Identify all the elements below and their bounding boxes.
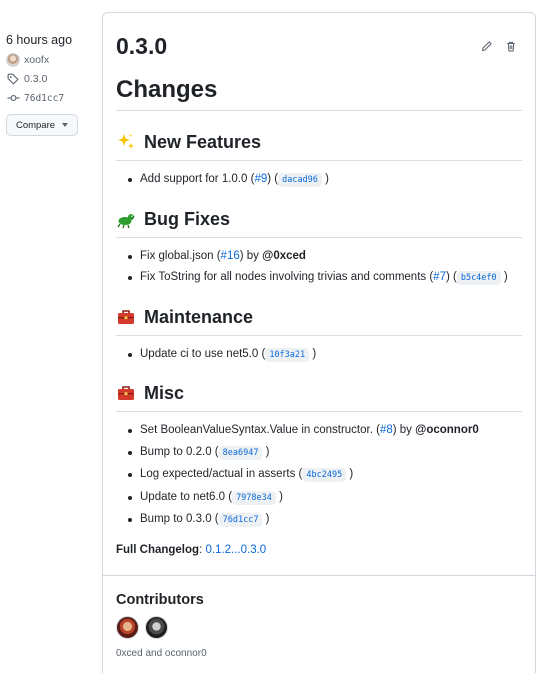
commit-sha-link[interactable]: b5c4ef0 — [456, 271, 501, 285]
contributor-avatars — [116, 615, 522, 639]
commit-sha[interactable]: 76d1cc7 — [24, 93, 64, 104]
list-item: Log expected/actual in asserts (4bc2495 … — [128, 464, 522, 487]
bug-fixes-list: Fix global.json (#16) by @0xced Fix ToSt… — [116, 246, 522, 290]
compare-label: Compare — [15, 119, 56, 131]
commit-sha-link[interactable]: 4bc2495 — [302, 468, 347, 482]
section-misc: Misc — [116, 380, 522, 412]
tag-icon — [6, 72, 20, 86]
issue-link[interactable]: #9 — [254, 173, 267, 185]
user-mention[interactable]: @oconnor0 — [415, 424, 479, 436]
tag-row[interactable]: 0.3.0 — [6, 72, 96, 86]
misc-list: Set BooleanValueSyntax.Value in construc… — [116, 420, 522, 532]
commit-sha-link[interactable]: 10f3a21 — [265, 347, 310, 362]
trash-icon[interactable] — [504, 39, 518, 53]
contributor-names: 0xced and oconnor0 — [116, 647, 207, 659]
author-row[interactable]: xoofx — [6, 53, 96, 67]
chevron-down-icon — [62, 123, 69, 127]
toolbox-icon — [116, 383, 136, 403]
list-item: Bump to 0.3.0 (76d1cc7 ) — [128, 509, 522, 532]
release-title: 0.3.0 — [116, 32, 168, 59]
section-title: New Features — [144, 132, 262, 152]
full-changelog-link[interactable]: 0.1.2...0.3.0 — [205, 544, 266, 556]
full-changelog-label: Full Changelog — [116, 543, 200, 556]
list-item: Fix ToString for all nodes involving tri… — [128, 267, 522, 290]
bug-icon — [116, 209, 136, 229]
toolbox-icon — [116, 307, 136, 327]
full-changelog: Full Changelog: 0.1.2...0.3.0 — [116, 543, 267, 556]
list-item: Add support for 1.0.0 (#9) (dacad96 ) — [128, 169, 522, 192]
release-meta: 6 hours ago xoofx 0.3.0 76d1cc7 Compare — [6, 32, 96, 136]
release-time: 6 hours ago — [6, 33, 73, 47]
avatar[interactable] — [116, 615, 139, 639]
section-title: Bug Fixes — [144, 208, 231, 229]
new-features-list: Add support for 1.0.0 (#9) (dacad96 ) — [116, 169, 522, 192]
pencil-icon[interactable] — [480, 39, 494, 53]
contributors-section: Contributors 0xced and oconnor0 — [103, 576, 535, 659]
sparkles-icon — [116, 132, 136, 152]
list-item: Update ci to use net5.0 (10f3a21 ) — [128, 344, 522, 367]
maintenance-list: Update ci to use net5.0 (10f3a21 ) — [116, 344, 522, 367]
user-mention[interactable]: @0xced — [262, 250, 306, 262]
section-title: Maintenance — [144, 306, 254, 327]
list-item: Update to net6.0 (7978e34 ) — [128, 487, 522, 510]
commit-sha-link[interactable]: 76d1cc7 — [218, 513, 263, 527]
issue-link[interactable]: #16 — [221, 250, 240, 262]
compare-button[interactable]: Compare — [6, 114, 78, 136]
author-name[interactable]: xoofx — [24, 54, 49, 66]
commit-sha-link[interactable]: 8ea6947 — [218, 445, 263, 460]
tag-name[interactable]: 0.3.0 — [24, 73, 47, 85]
section-new-features: New Features — [116, 129, 522, 161]
section-bug-fixes: Bug Fixes — [116, 206, 522, 238]
issue-link[interactable]: #8 — [380, 424, 393, 436]
list-item: Bump to 0.2.0 (8ea6947 ) — [128, 442, 522, 465]
commit-sha-link[interactable]: 7978e34 — [232, 490, 276, 505]
section-title: Misc — [144, 383, 185, 403]
avatar[interactable] — [145, 615, 168, 639]
section-maintenance: Maintenance — [116, 304, 522, 336]
author-avatar[interactable] — [6, 53, 20, 67]
commit-sha-link[interactable]: dacad96 — [278, 173, 322, 187]
git-commit-icon — [6, 91, 20, 105]
release-card: 0.3.0 Changes New Features Add support f… — [102, 12, 536, 673]
issue-link[interactable]: #7 — [433, 271, 446, 283]
commit-row[interactable]: 76d1cc7 — [6, 91, 96, 105]
list-item: Fix global.json (#16) by @0xced — [128, 246, 522, 268]
changes-heading: Changes — [116, 75, 522, 111]
list-item: Set BooleanValueSyntax.Value in construc… — [128, 420, 522, 442]
contributors-title: Contributors — [116, 591, 204, 608]
